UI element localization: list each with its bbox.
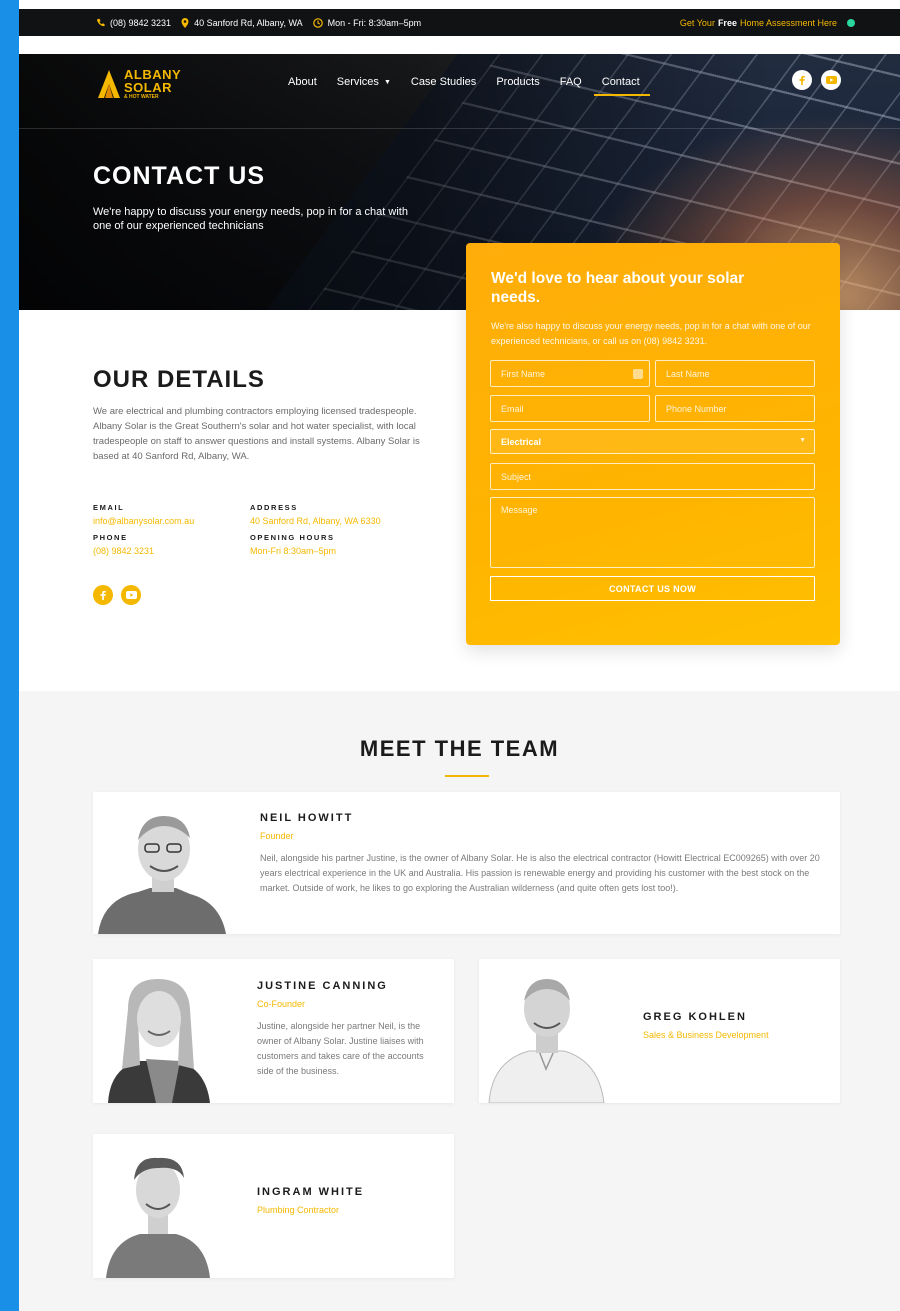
first-name-input[interactable]: First Name xyxy=(490,360,650,387)
topbar-hours: Mon - Fri: 8:30am–5pm xyxy=(312,17,422,28)
member-name: INGRAM WHITE xyxy=(257,1186,365,1198)
clock-icon xyxy=(312,17,323,28)
phone-label: PHONE xyxy=(93,533,128,542)
team-card-ingram: INGRAM WHITE Plumbing Contractor xyxy=(93,1134,454,1278)
ingram-photo xyxy=(106,1157,210,1278)
contact-submit-button[interactable]: CONTACT US NOW xyxy=(490,576,815,601)
hours-label: OPENING HOURS xyxy=(250,533,335,542)
title-underline xyxy=(445,775,489,777)
facebook-icon[interactable] xyxy=(93,585,113,605)
nav-services[interactable]: Services ▼ xyxy=(337,76,391,96)
logo-a-icon xyxy=(98,70,120,98)
chevron-down-icon: ▼ xyxy=(799,437,806,444)
team-title: MEET THE TEAM xyxy=(359,736,560,761)
top-bar: (08) 9842 3231 40 Sanford Rd, Albany, WA… xyxy=(19,9,900,36)
email-placeholder: Email xyxy=(501,403,524,414)
justine-photo xyxy=(108,979,210,1103)
details-text: We are electrical and plumbing contracto… xyxy=(93,406,420,462)
team-card-justine: JUSTINE CANNING Co-Founder Justine, alon… xyxy=(93,959,454,1103)
header-divider xyxy=(19,128,900,129)
member-bio: Neil, alongside his partner Justine, is … xyxy=(260,853,820,893)
autofill-icon xyxy=(633,369,643,379)
service-select[interactable]: Electrical ▼ xyxy=(490,429,815,454)
phone-placeholder: Phone Number xyxy=(666,403,727,414)
member-name: NEIL HOWITT xyxy=(260,812,354,824)
member-bio: Justine, alongside her partner Neil, is … xyxy=(257,1021,424,1076)
nav-services-label: Services xyxy=(336,76,379,88)
phone-input[interactable]: Phone Number xyxy=(655,395,815,422)
header-social-links xyxy=(783,70,841,90)
facebook-icon[interactable] xyxy=(792,70,812,90)
nav-about[interactable]: About xyxy=(288,76,317,96)
phone-link[interactable]: (08) 9842 3231 xyxy=(93,546,154,556)
first-name-placeholder: First Name xyxy=(501,368,546,379)
youtube-icon[interactable] xyxy=(121,585,141,605)
youtube-icon[interactable] xyxy=(821,70,841,90)
last-name-input[interactable]: Last Name xyxy=(655,360,815,387)
details-title: OUR DETAILS xyxy=(93,366,265,393)
last-name-placeholder: Last Name xyxy=(666,368,710,379)
nav-faq[interactable]: FAQ xyxy=(560,76,582,96)
form-title: We'd love to hear about your solar needs… xyxy=(491,270,745,306)
assessment-text-bold: Free xyxy=(717,17,737,28)
nav-contact[interactable]: Contact xyxy=(593,76,650,96)
free-assessment-link[interactable]: Get Your Free Home Assessment Here xyxy=(680,9,855,36)
email-label: EMAIL xyxy=(93,503,125,512)
nav-case-studies-label: Case Studies xyxy=(410,76,477,88)
form-subtitle: We're also happy to discuss your energy … xyxy=(491,321,811,346)
nav-about-label: About xyxy=(288,76,317,88)
member-name: JUSTINE CANNING xyxy=(257,980,388,992)
member-role: Sales & Business Development xyxy=(643,1030,769,1040)
message-placeholder: Message xyxy=(501,505,538,515)
service-select-value: Electrical xyxy=(501,436,542,447)
address-label: ADDRESS xyxy=(250,503,298,512)
member-role: Co-Founder xyxy=(257,999,306,1009)
hours-value: Mon-Fri 8:30am–5pm xyxy=(250,546,337,556)
neil-photo xyxy=(98,816,226,934)
nav-products[interactable]: Products xyxy=(496,76,539,96)
status-dot xyxy=(847,18,855,27)
topbar-phone-text: (08) 9842 3231 xyxy=(110,17,172,28)
greg-photo xyxy=(488,979,605,1103)
logo[interactable]: ALBANY SOLAR & HOT WATER xyxy=(98,68,181,100)
subject-placeholder: Subject xyxy=(501,471,532,482)
topbar-address[interactable]: 40 Sanford Rd, Albany, WA xyxy=(181,17,303,28)
team-card-neil: NEIL HOWITT Founder Neil, alongside his … xyxy=(93,792,840,934)
assessment-text-pre: Get Your xyxy=(679,17,715,28)
member-role: Founder xyxy=(260,831,294,841)
topbar-address-text: 40 Sanford Rd, Albany, WA xyxy=(194,17,303,28)
subject-input[interactable]: Subject xyxy=(490,463,815,490)
phone-icon xyxy=(96,18,105,27)
member-name: GREG KOHLEN xyxy=(643,1011,747,1023)
member-role: Plumbing Contractor xyxy=(257,1205,340,1215)
nav-contact-label: Contact xyxy=(601,76,640,88)
details-social-links xyxy=(93,585,149,605)
nav-products-label: Products xyxy=(496,76,540,88)
email-input[interactable]: Email xyxy=(490,395,650,422)
map-pin-icon xyxy=(181,17,189,28)
contact-form-card: We'd love to hear about your solar needs… xyxy=(466,243,840,645)
nav-case-studies[interactable]: Case Studies xyxy=(411,76,476,96)
team-card-greg: GREG KOHLEN Sales & Business Development xyxy=(479,959,840,1103)
topbar-phone[interactable]: (08) 9842 3231 xyxy=(96,18,171,28)
hero-subtitle: We're happy to discuss your energy needs… xyxy=(93,206,408,232)
logo-line2: SOLAR xyxy=(124,80,172,95)
message-textarea[interactable]: Message xyxy=(490,497,815,568)
chevron-down-icon: ▼ xyxy=(383,78,391,86)
topbar-hours-text: Mon - Fri: 8:30am–5pm xyxy=(327,17,422,28)
nav-faq-label: FAQ xyxy=(559,76,582,88)
logo-line3: & HOT WATER xyxy=(124,94,159,100)
assessment-text-post: Home Assessment Here xyxy=(739,17,837,28)
address-link[interactable]: 40 Sanford Rd, Albany, WA 6330 xyxy=(250,516,381,526)
email-link[interactable]: info@albanysolar.com.au xyxy=(93,516,194,526)
page-title: CONTACT US xyxy=(93,162,266,190)
main-nav: About Services ▼ Case Studies Products FA… xyxy=(288,76,660,96)
page: (08) 9842 3231 40 Sanford Rd, Albany, WA… xyxy=(19,0,900,1311)
